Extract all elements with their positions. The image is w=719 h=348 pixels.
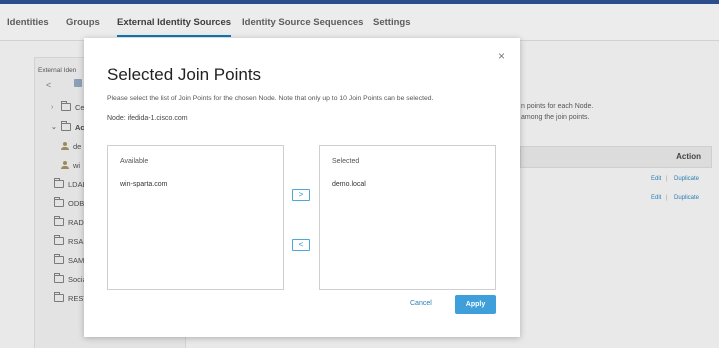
list-item[interactable]: win-sparta.com — [120, 181, 167, 188]
action-column-header: Action — [676, 152, 701, 161]
background-help-line-2: among the join points. — [521, 114, 590, 121]
sidebar-item-radius[interactable]: RADI — [54, 215, 86, 229]
folder-icon — [54, 273, 64, 283]
duplicate-link[interactable]: Duplicate — [674, 195, 699, 201]
folder-icon — [54, 216, 64, 226]
close-icon[interactable]: × — [498, 50, 505, 62]
sidebar-item-ldap[interactable]: LDAP — [54, 177, 88, 191]
background-table-header: Action — [520, 146, 712, 168]
tab-groups[interactable]: Groups — [66, 17, 100, 28]
selected-join-points-dialog: × Selected Join Points Please select the… — [84, 38, 520, 337]
top-navigation: Identities Groups External Identity Sour… — [0, 4, 719, 41]
folder-icon — [61, 101, 71, 111]
selected-list[interactable]: Selected demo.local — [319, 145, 496, 290]
link-separator: | — [666, 195, 668, 201]
sidebar-item-saml[interactable]: SAM — [54, 253, 84, 267]
node-label: Node: — [107, 115, 126, 122]
sidebar-item-rest[interactable]: REST — [54, 291, 88, 305]
edit-link[interactable]: Edit — [651, 195, 661, 201]
sidebar-item-social[interactable]: Socia — [54, 272, 87, 286]
grid-view-icon[interactable] — [74, 79, 82, 87]
duplicate-link[interactable]: Duplicate — [674, 176, 699, 182]
selected-list-header: Selected — [332, 158, 360, 165]
chevron-right-icon: › — [51, 103, 54, 111]
sidebar-item-win[interactable]: wi — [61, 158, 80, 172]
background-help-line-1: n points for each Node. — [521, 103, 594, 110]
apply-button[interactable]: Apply — [455, 295, 496, 314]
tab-identity-source-sequences[interactable]: Identity Source Sequences — [242, 17, 363, 28]
folder-icon — [54, 235, 64, 245]
tab-settings[interactable]: Settings — [373, 17, 410, 28]
sidebar-title: External Iden — [38, 67, 77, 74]
edit-link[interactable]: Edit — [651, 176, 661, 182]
list-item[interactable]: demo.local — [332, 181, 366, 188]
link-separator: | — [666, 176, 668, 182]
folder-icon — [61, 121, 71, 131]
dialog-description: Please select the list of Join Points fo… — [107, 95, 434, 102]
tab-external-identity-sources[interactable]: External Identity Sources — [117, 17, 232, 37]
folder-icon — [54, 254, 64, 264]
node-info: Node: ifedida-1.cisco.com — [107, 115, 188, 122]
collapse-icon[interactable]: < — [46, 80, 51, 90]
sidebar-item-demo[interactable]: de — [61, 139, 81, 153]
available-list-header: Available — [120, 158, 149, 165]
folder-icon — [54, 292, 64, 302]
sidebar-item-certificate[interactable]: › Ce — [51, 100, 85, 114]
folder-icon — [54, 197, 64, 207]
chevron-down-icon: ⌄ — [51, 124, 57, 131]
move-left-button[interactable]: < — [292, 239, 310, 251]
dialog-title: Selected Join Points — [107, 65, 262, 84]
cancel-button[interactable]: Cancel — [410, 300, 432, 307]
sidebar-item-rsa[interactable]: RSA — [54, 234, 83, 248]
user-icon — [61, 161, 69, 169]
move-right-button[interactable]: > — [292, 189, 310, 201]
sidebar-item-active-directory[interactable]: ⌄ Ac — [51, 120, 85, 134]
tab-identities[interactable]: Identities — [7, 17, 49, 28]
folder-icon — [54, 178, 64, 188]
node-value: ifedida-1.cisco.com — [127, 115, 188, 122]
user-icon — [61, 142, 69, 150]
available-list[interactable]: Available win-sparta.com — [107, 145, 284, 290]
